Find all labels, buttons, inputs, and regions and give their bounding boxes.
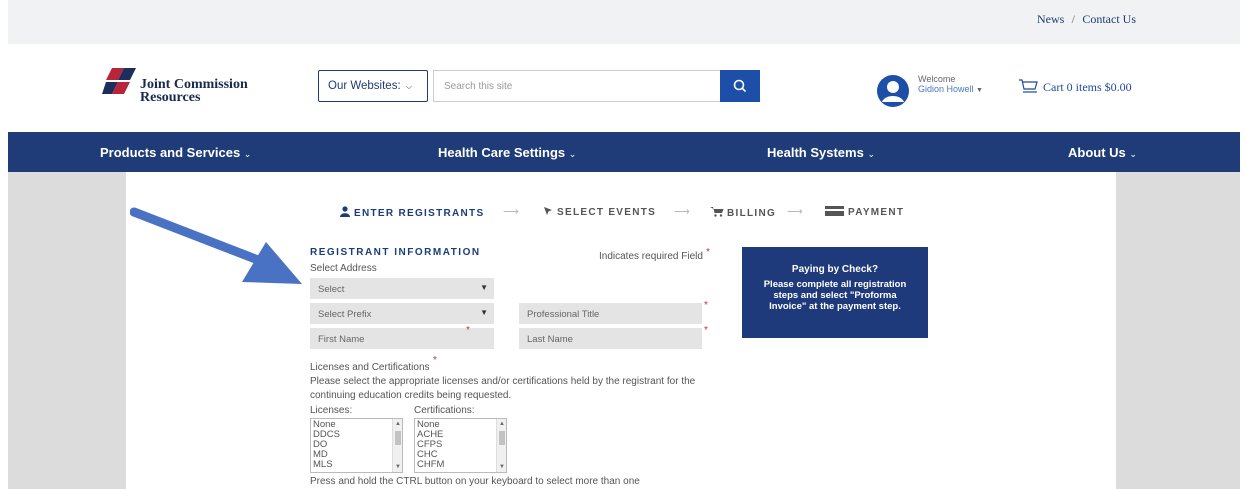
required-asterisk: * xyxy=(704,325,708,336)
registrant-information-heading: REGISTRANT INFORMATION xyxy=(310,247,481,258)
search-icon xyxy=(733,79,747,93)
user-name: Gidion Howell xyxy=(918,84,974,94)
step-arrow: ⟶ xyxy=(503,206,519,218)
list-item[interactable]: CHFM xyxy=(417,460,504,470)
notice-text: Invoice" at the payment step. xyxy=(769,301,901,312)
professional-title-field[interactable]: Professional Title xyxy=(519,303,702,324)
card-icon xyxy=(825,206,844,216)
logo[interactable]: Joint Commission Resources xyxy=(102,60,272,106)
step-select-events: SELECT EVENTS xyxy=(543,206,656,218)
cart-link[interactable]: Cart 0 items $0.00 xyxy=(1018,78,1132,95)
chevron-down-icon: ⌄ xyxy=(243,149,252,159)
site-header: Joint Commission Resources Our Websites:… xyxy=(8,44,1240,132)
scroll-down-icon[interactable]: ▼ xyxy=(395,462,401,472)
certifications-listbox[interactable]: None ACHE CFPS CHC CHFM ▲ ▼ xyxy=(414,418,507,473)
step-enter-registrants: ENTER REGISTRANTS xyxy=(340,206,484,219)
step-arrow: ⟶ xyxy=(674,206,690,218)
chevron-down-icon: ⌵ xyxy=(405,82,412,91)
notice-text: steps and select "Proforma xyxy=(773,290,897,301)
logo-text: Joint Commission Resources xyxy=(140,77,248,105)
nav-products-and-services[interactable]: Products and Services ⌄ xyxy=(100,145,251,160)
dropdown-caret-icon: ▼ xyxy=(480,308,488,317)
select-address-label: Select Address xyxy=(310,263,377,274)
contact-link[interactable]: Contact Us xyxy=(1082,12,1136,26)
required-asterisk: * xyxy=(706,247,710,258)
scroll-up-icon[interactable]: ▲ xyxy=(499,419,505,429)
licenses-listbox[interactable]: None DDCS DO MD MLS ▲ ▼ xyxy=(310,418,403,473)
address-select[interactable]: Select ▼ xyxy=(310,278,494,299)
licenses-description: continuing education credits being reque… xyxy=(310,390,512,401)
annotation-arrow-icon xyxy=(130,207,302,284)
required-field-note: Indicates required Field xyxy=(599,251,703,262)
cart-icon xyxy=(1019,79,1038,93)
notice-text: Please complete all registration xyxy=(763,279,907,290)
search-input[interactable]: Search this site xyxy=(433,70,721,102)
licenses-label: Licenses: xyxy=(310,405,353,416)
top-links: News / Contact Us xyxy=(1037,12,1136,27)
pointer-icon xyxy=(544,207,552,215)
licenses-description: Please select the appropriate licenses a… xyxy=(310,376,696,387)
scroll-down-icon[interactable]: ▼ xyxy=(499,462,505,472)
news-link[interactable]: News xyxy=(1037,12,1064,26)
chevron-down-icon: ⌄ xyxy=(867,149,875,159)
notice-heading: Paying by Check? xyxy=(791,264,879,275)
user-icon xyxy=(340,206,350,217)
required-asterisk: * xyxy=(466,325,470,336)
account-menu[interactable]: Welcome Gidion Howell ▼ xyxy=(918,74,983,96)
user-avatar-icon[interactable] xyxy=(876,74,910,108)
list-item[interactable]: MLS xyxy=(313,460,400,470)
link-separator: / xyxy=(1071,12,1075,26)
logo-mark-icon xyxy=(102,68,136,94)
required-asterisk: * xyxy=(704,300,708,311)
certifications-label: Certifications: xyxy=(414,405,475,416)
licenses-title: Licenses and Certifications xyxy=(310,362,430,373)
step-payment: PAYMENT xyxy=(825,206,904,218)
top-utility-bar: News / Contact Us xyxy=(8,0,1240,44)
paying-by-check-notice: Paying by Check? Please complete all reg… xyxy=(742,247,928,338)
search-button[interactable] xyxy=(720,70,760,102)
step-arrow: ⟶ xyxy=(787,206,803,218)
listbox-scrollbar[interactable]: ▲ ▼ xyxy=(392,419,402,472)
chevron-down-icon: ⌄ xyxy=(568,149,577,159)
chevron-down-icon: ⌄ xyxy=(1129,149,1137,159)
last-name-field[interactable]: Last Name xyxy=(519,328,702,349)
nav-about-us[interactable]: About Us ⌄ xyxy=(1068,145,1137,160)
listbox-scrollbar[interactable]: ▲ ▼ xyxy=(496,419,506,472)
dropdown-caret-icon: ▼ xyxy=(480,283,488,292)
step-billing: BILLING xyxy=(710,206,776,219)
required-asterisk: * xyxy=(433,355,437,366)
prefix-select[interactable]: Select Prefix ▼ xyxy=(310,303,494,324)
chevron-down-icon: ▼ xyxy=(976,87,983,94)
nav-health-care-settings[interactable]: Health Care Settings ⌄ xyxy=(438,145,576,160)
main-navigation: Products and Services ⌄ Health Care Sett… xyxy=(8,132,1240,172)
scroll-up-icon[interactable]: ▲ xyxy=(395,419,401,429)
our-websites-dropdown[interactable]: Our Websites: ⌵ xyxy=(318,70,428,102)
ctrl-hint: Press and hold the CTRL button on your k… xyxy=(310,476,640,487)
nav-health-systems[interactable]: Health Systems ⌄ xyxy=(767,145,875,160)
cart-icon xyxy=(710,207,724,217)
